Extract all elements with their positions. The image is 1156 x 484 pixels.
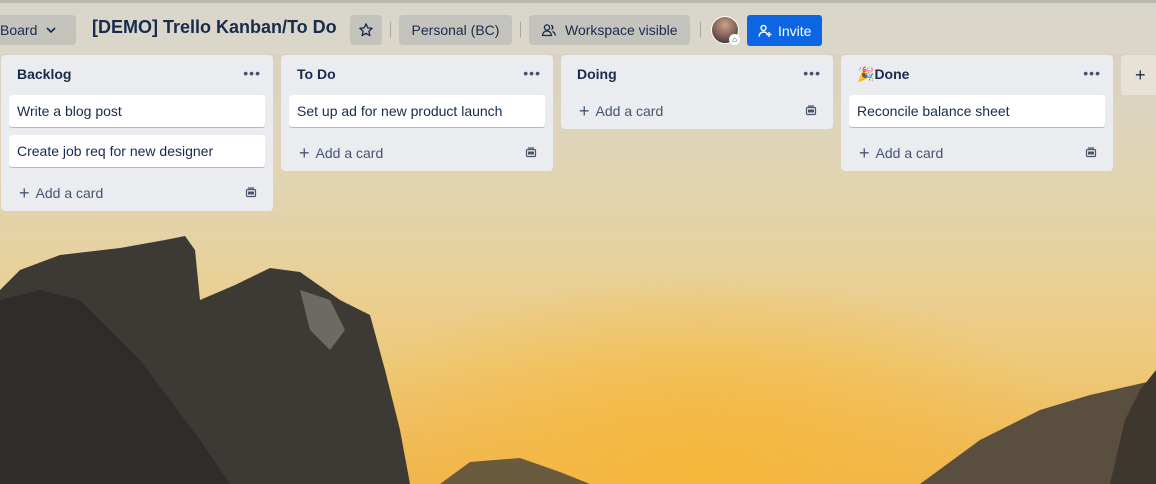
template-icon[interactable]	[525, 147, 537, 158]
plus-icon: +	[19, 183, 30, 203]
add-card-button[interactable]: + Add a card	[281, 135, 553, 171]
list-title-text: Done	[874, 65, 910, 82]
add-card-label: Add a card	[35, 185, 104, 201]
list-header: 🎉Done •••	[841, 55, 1113, 93]
workspace-label: Personal (BC)	[411, 22, 500, 38]
add-list-button[interactable]: +	[1121, 55, 1156, 95]
list-title[interactable]: Doing	[577, 66, 617, 82]
party-popper-icon: 🎉	[857, 65, 875, 82]
add-card-button[interactable]: + Add a card	[1, 175, 273, 211]
ellipsis-icon[interactable]: •••	[523, 65, 541, 81]
list-doing: Doing ••• + Add a card	[561, 55, 833, 129]
admin-badge-icon: ⌂	[729, 34, 740, 45]
board-switcher-label: Board	[0, 22, 38, 38]
add-card-button[interactable]: + Add a card	[561, 93, 833, 129]
list-to-do: To Do ••• Set up ad for new product laun…	[281, 55, 553, 171]
ellipsis-icon[interactable]: •••	[243, 65, 261, 81]
card[interactable]: Create job req for new designer	[9, 135, 265, 167]
card[interactable]: Set up ad for new product launch	[289, 95, 545, 127]
template-icon[interactable]	[245, 187, 257, 198]
people-icon	[541, 24, 556, 37]
list-header: To Do •••	[281, 55, 553, 93]
plus-icon: +	[579, 101, 590, 121]
star-board-button[interactable]	[350, 15, 382, 45]
list-header: Doing •••	[561, 55, 833, 93]
visibility-button[interactable]: Workspace visible	[529, 15, 690, 45]
template-icon[interactable]	[805, 105, 817, 116]
header-divider	[520, 22, 521, 38]
board-switcher-button[interactable]: Board	[0, 15, 76, 45]
chevron-down-icon	[46, 27, 56, 34]
list-header: Backlog •••	[1, 55, 273, 93]
list-title[interactable]: To Do	[297, 66, 336, 82]
card[interactable]: Reconcile balance sheet	[849, 95, 1105, 127]
add-card-label: Add a card	[315, 145, 384, 161]
list-title[interactable]: Backlog	[17, 66, 71, 82]
board-title[interactable]: [DEMO] Trello Kanban/To Do	[92, 17, 337, 43]
board-header: Board [DEMO] Trello Kanban/To Do Persona…	[0, 0, 1156, 54]
invite-label: Invite	[778, 22, 812, 39]
ellipsis-icon[interactable]: •••	[803, 65, 821, 81]
plus-icon: +	[1135, 64, 1146, 85]
add-card-label: Add a card	[875, 145, 944, 161]
add-person-icon	[758, 24, 772, 37]
plus-icon: +	[299, 143, 310, 163]
list-done: 🎉Done ••• Reconcile balance sheet + Add …	[841, 55, 1113, 171]
visibility-label: Workspace visible	[565, 22, 678, 38]
invite-button[interactable]: Invite	[747, 15, 822, 46]
card[interactable]: Write a blog post	[9, 95, 265, 127]
add-card-button[interactable]: + Add a card	[841, 135, 1113, 171]
star-icon	[359, 23, 373, 37]
add-card-label: Add a card	[595, 103, 664, 119]
header-divider	[390, 22, 391, 38]
template-icon[interactable]	[1085, 147, 1097, 158]
workspace-button[interactable]: Personal (BC)	[399, 15, 512, 45]
ellipsis-icon[interactable]: •••	[1083, 65, 1101, 81]
plus-icon: +	[859, 143, 870, 163]
header-divider	[700, 22, 701, 38]
list-title[interactable]: 🎉Done	[857, 66, 909, 83]
list-backlog: Backlog ••• Write a blog post Create job…	[1, 55, 273, 211]
